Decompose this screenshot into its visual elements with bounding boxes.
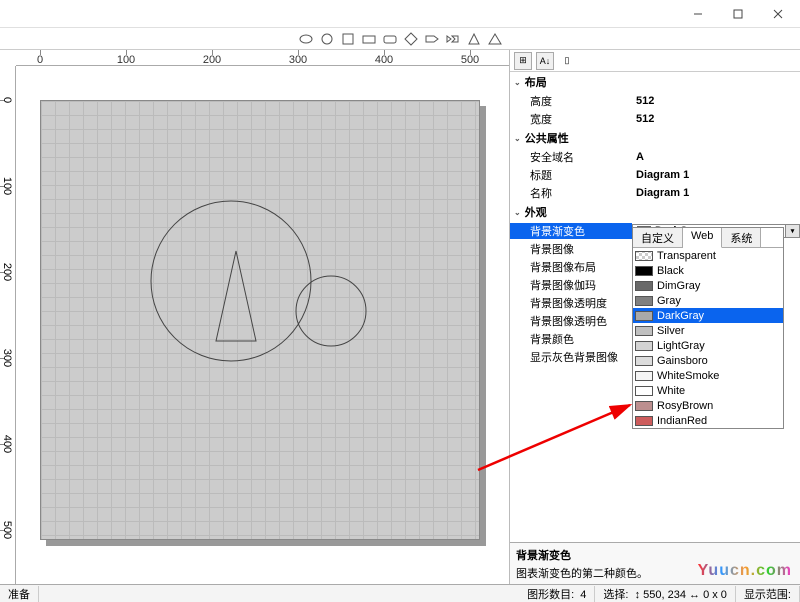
canvas[interactable] xyxy=(16,66,509,584)
triangle2-tool[interactable] xyxy=(487,31,502,46)
square-tool[interactable] xyxy=(340,31,355,46)
prop-height[interactable]: 高度512 xyxy=(510,92,800,110)
status-shapecount: 图形数目: 4 xyxy=(519,586,595,602)
desc-title: 背景渐变色 xyxy=(516,547,794,563)
collapse-icon: ⌄ xyxy=(514,134,521,143)
color-label: DarkGray xyxy=(657,310,704,322)
color-swatch-icon xyxy=(635,401,653,411)
color-swatch-icon xyxy=(635,326,653,336)
close-button[interactable] xyxy=(758,1,798,27)
alphabetical-button[interactable]: A↓ xyxy=(536,52,554,70)
watermark: Yuucn.com xyxy=(698,562,792,580)
color-label: RosyBrown xyxy=(657,400,713,412)
color-item-transparent[interactable]: Transparent xyxy=(633,248,783,263)
rectangle-tool[interactable] xyxy=(361,31,376,46)
color-label: Black xyxy=(657,265,684,277)
color-swatch-icon xyxy=(635,416,653,426)
color-item-gray[interactable]: Gray xyxy=(633,293,783,308)
color-label: LightGray xyxy=(657,340,705,352)
ellipse-tool[interactable] xyxy=(298,31,313,46)
dropdown-button[interactable]: ▾ xyxy=(785,225,799,237)
prop-width[interactable]: 宽度512 xyxy=(510,110,800,128)
status-range: 显示范围: xyxy=(736,586,800,602)
tab-custom[interactable]: 自定义 xyxy=(633,228,683,247)
diagram-shapes xyxy=(41,101,481,541)
diagram-sheet[interactable] xyxy=(40,100,480,540)
tab-system[interactable]: 系统 xyxy=(722,228,761,247)
color-item-rosybrown[interactable]: RosyBrown xyxy=(633,398,783,413)
triangle-tool[interactable] xyxy=(466,31,481,46)
category-layout[interactable]: ⌄布局 xyxy=(510,72,800,92)
collapse-icon: ⌄ xyxy=(514,208,521,217)
category-public[interactable]: ⌄公共属性 xyxy=(510,128,800,148)
color-swatch-icon xyxy=(635,266,653,276)
color-swatch-icon xyxy=(635,386,653,396)
color-label: White xyxy=(657,385,685,397)
color-swatch-icon xyxy=(635,281,653,291)
color-list[interactable]: Transparent Black DimGray Gray DarkGray Silve… xyxy=(633,248,783,428)
status-bar: 准备 图形数目: 4 选择: ↕ 550, 234 ↔ 0 x 0 显示范围: xyxy=(0,584,800,602)
prop-domain[interactable]: 安全域名A xyxy=(510,148,800,166)
color-item-darkgray[interactable]: DarkGray xyxy=(633,308,783,323)
color-item-lightgray[interactable]: LightGray xyxy=(633,338,783,353)
color-item-black[interactable]: Black xyxy=(633,263,783,278)
color-label: IndianRed xyxy=(657,415,707,427)
props-divider: ▯ xyxy=(558,52,576,70)
shape-toolbar xyxy=(0,28,800,50)
minimize-button[interactable] xyxy=(678,1,718,27)
maximize-button[interactable] xyxy=(718,1,758,27)
color-item-silver[interactable]: Silver xyxy=(633,323,783,338)
color-item-indianred[interactable]: IndianRed xyxy=(633,413,783,428)
prop-title[interactable]: 标题Diagram 1 xyxy=(510,166,800,184)
status-ready: 准备 xyxy=(0,586,39,602)
props-toolbar: ⊞ A↓ ▯ xyxy=(510,50,800,72)
color-picker-popup[interactable]: 自定义 Web 系统 Transparent Black DimGray Gray Da… xyxy=(632,227,784,429)
color-label: Gray xyxy=(657,295,681,307)
canvas-pane: 0100200300400500 0100200300400500 xyxy=(0,50,510,584)
roundrect-tool[interactable] xyxy=(382,31,397,46)
color-label: WhiteSmoke xyxy=(657,370,719,382)
color-label: Gainsboro xyxy=(657,355,708,367)
categorized-button[interactable]: ⊞ xyxy=(514,52,532,70)
color-item-white[interactable]: White xyxy=(633,383,783,398)
color-swatch-icon xyxy=(635,341,653,351)
color-swatch-icon xyxy=(635,296,653,306)
collapse-icon: ⌄ xyxy=(514,78,521,87)
category-appearance[interactable]: ⌄外观 xyxy=(510,202,800,222)
color-swatch-icon xyxy=(635,251,653,261)
color-swatch-icon xyxy=(635,311,653,321)
double-tag-tool[interactable] xyxy=(445,31,460,46)
color-label: Silver xyxy=(657,325,685,337)
ruler-vertical: 0100200300400500 xyxy=(0,66,16,584)
status-selection: 选择: ↕ 550, 234 ↔ 0 x 0 xyxy=(595,586,736,602)
prop-name[interactable]: 名称Diagram 1 xyxy=(510,184,800,202)
circle-tool[interactable] xyxy=(319,31,334,46)
color-label: DimGray xyxy=(657,280,700,292)
color-label: Transparent xyxy=(657,250,716,262)
diamond-tool[interactable] xyxy=(403,31,418,46)
color-item-whitesmoke[interactable]: WhiteSmoke xyxy=(633,368,783,383)
titlebar xyxy=(0,0,800,28)
tab-web[interactable]: Web xyxy=(683,228,722,248)
ruler-horizontal: 0100200300400500 xyxy=(16,50,509,66)
color-item-gainsboro[interactable]: Gainsboro xyxy=(633,353,783,368)
color-item-dimgray[interactable]: DimGray xyxy=(633,278,783,293)
tag-tool[interactable] xyxy=(424,31,439,46)
color-swatch-icon xyxy=(635,371,653,381)
color-swatch-icon xyxy=(635,356,653,366)
